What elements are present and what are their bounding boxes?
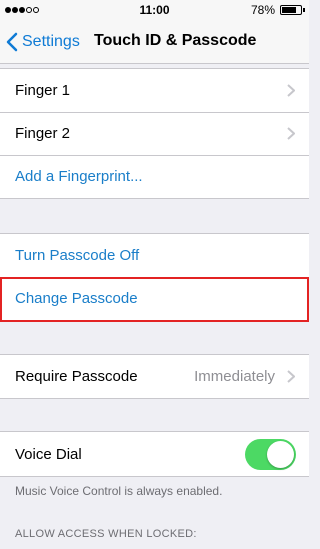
- page-title: Touch ID & Passcode: [94, 32, 257, 49]
- add-fingerprint-label: Add a Fingerprint...: [15, 168, 143, 185]
- turn-passcode-off-label: Turn Passcode Off: [15, 247, 140, 264]
- voice-dial-row: Voice Dial: [0, 432, 309, 476]
- voice-dial-label: Voice Dial: [15, 445, 82, 463]
- chevron-left-icon: [6, 32, 18, 52]
- battery-icon: [280, 5, 302, 15]
- chevron-right-icon: [287, 370, 295, 383]
- fingerprint-label: Finger 2: [15, 125, 71, 142]
- voice-dial-group: Voice Dial: [0, 431, 309, 477]
- voice-dial-toggle[interactable]: [245, 439, 296, 470]
- chevron-right-icon: [287, 127, 295, 140]
- allow-access-header: ALLOW ACCESS WHEN LOCKED:: [15, 528, 197, 540]
- fingerprint-label: Finger 1: [15, 82, 71, 99]
- change-passcode-button[interactable]: Change Passcode: [0, 277, 309, 320]
- status-bar: 11:00 78%: [0, 0, 309, 20]
- back-button[interactable]: Settings: [6, 28, 80, 56]
- add-fingerprint-button[interactable]: Add a Fingerprint...: [0, 155, 309, 198]
- change-passcode-label: Change Passcode: [15, 290, 138, 307]
- require-passcode-value: Immediately: [194, 368, 275, 385]
- fingerprint-row-2[interactable]: Finger 2: [0, 112, 309, 155]
- battery-percent: 78%: [250, 3, 275, 17]
- fingerprints-group: Finger 1 Finger 2 Add a Fingerprint...: [0, 68, 309, 199]
- battery-tip: [303, 8, 305, 12]
- turn-passcode-off-button[interactable]: Turn Passcode Off: [0, 234, 309, 277]
- voice-dial-footnote: Music Voice Control is always enabled.: [15, 484, 223, 498]
- require-passcode-row[interactable]: Require Passcode Immediately: [0, 355, 309, 398]
- require-passcode-group: Require Passcode Immediately: [0, 354, 309, 399]
- chevron-right-icon: [287, 84, 295, 97]
- passcode-group: Turn Passcode Off Change Passcode: [0, 233, 309, 321]
- navigation-bar: Settings Touch ID & Passcode: [0, 20, 309, 64]
- require-passcode-label: Require Passcode: [15, 368, 138, 385]
- fingerprint-row-1[interactable]: Finger 1: [0, 69, 309, 112]
- toggle-knob: [267, 441, 294, 468]
- back-button-label: Settings: [22, 33, 80, 50]
